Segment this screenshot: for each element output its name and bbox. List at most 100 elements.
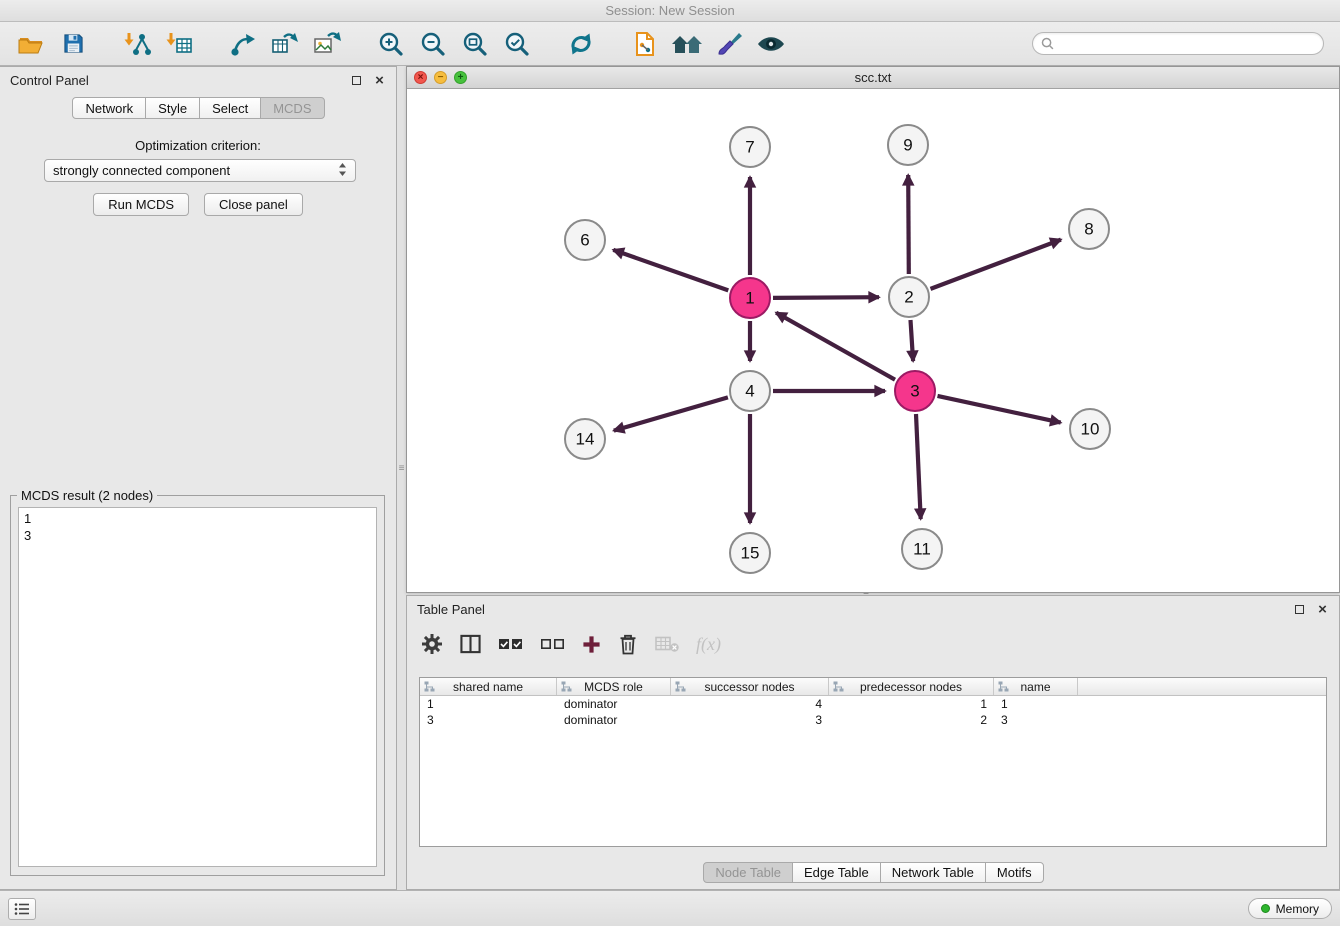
refresh-button[interactable] xyxy=(560,26,602,62)
tab-network[interactable]: Network xyxy=(72,97,146,119)
tab-edge-table[interactable]: Edge Table xyxy=(792,862,881,883)
node-table: shared name MCDS role successor nodes pr… xyxy=(419,677,1327,847)
zoom-in-button[interactable] xyxy=(370,26,412,62)
graph-edge-4-14[interactable] xyxy=(614,397,728,430)
close-panel-button[interactable]: Close panel xyxy=(204,193,303,216)
import-network-button[interactable] xyxy=(116,26,158,62)
column-header-successor-nodes[interactable]: successor nodes xyxy=(671,678,829,695)
tab-motifs[interactable]: Motifs xyxy=(985,862,1044,883)
task-history-button[interactable] xyxy=(8,898,36,920)
delete-column-button[interactable] xyxy=(618,629,638,659)
table-cell: 3 xyxy=(671,712,829,728)
graph-node-label: 8 xyxy=(1084,220,1093,239)
graph-node-label: 15 xyxy=(741,544,760,563)
application-window: Session: New Session xyxy=(0,0,1340,926)
float-panel-icon[interactable] xyxy=(350,74,363,87)
graph-edge-2-9[interactable] xyxy=(908,175,909,274)
zoom-out-button[interactable] xyxy=(412,26,454,62)
run-mcds-button[interactable]: Run MCDS xyxy=(93,193,189,216)
close-window-icon[interactable]: × xyxy=(414,71,427,84)
split-columns-button[interactable] xyxy=(460,629,481,659)
import-table-button[interactable] xyxy=(158,26,200,62)
zoom-selected-button[interactable] xyxy=(496,26,538,62)
table-row[interactable]: 1dominator411 xyxy=(420,696,1326,712)
close-table-panel-icon[interactable]: × xyxy=(1316,603,1329,616)
open-session-button[interactable] xyxy=(10,26,52,62)
zoom-selected-icon xyxy=(504,31,530,57)
column-label: name xyxy=(1020,680,1050,694)
graph-edge-2-3[interactable] xyxy=(911,320,914,361)
mcds-result-list[interactable]: 13 xyxy=(18,507,377,867)
split-columns-icon xyxy=(460,634,481,654)
tab-style[interactable]: Style xyxy=(145,97,200,119)
export-image-button[interactable] xyxy=(306,26,348,62)
homes-icon xyxy=(671,32,703,56)
mcds-result-item[interactable]: 3 xyxy=(24,527,371,544)
column-header-shared-name[interactable]: shared name xyxy=(420,678,557,695)
tab-network-table[interactable]: Network Table xyxy=(880,862,986,883)
status-bar: Memory xyxy=(0,890,1340,926)
column-header-predecessor-nodes[interactable]: predecessor nodes xyxy=(829,678,994,695)
minimize-window-icon[interactable]: − xyxy=(434,71,447,84)
criterion-dropdown[interactable]: strongly connected component xyxy=(44,159,356,182)
search-box[interactable] xyxy=(1032,32,1324,55)
graph-edge-1-6[interactable] xyxy=(613,250,728,291)
network-from-table-button[interactable] xyxy=(264,26,306,62)
window-title: Session: New Session xyxy=(0,0,1340,22)
float-table-panel-icon[interactable] xyxy=(1293,603,1306,616)
zoom-out-icon xyxy=(420,31,446,57)
clear-selection-button[interactable] xyxy=(540,629,565,659)
new-network-button[interactable] xyxy=(222,26,264,62)
tab-mcds[interactable]: MCDS xyxy=(260,97,324,119)
graph-edge-3-10[interactable] xyxy=(938,396,1061,423)
graph-edge-1-2[interactable] xyxy=(773,297,879,298)
table-cell: 1 xyxy=(420,696,557,712)
add-column-button[interactable] xyxy=(582,629,601,659)
tab-node-table[interactable]: Node Table xyxy=(703,862,793,883)
graph-edge-3-11[interactable] xyxy=(916,414,921,519)
graph-node-label: 14 xyxy=(576,430,595,449)
open-folder-icon xyxy=(18,32,45,56)
column-header-mcds-role[interactable]: MCDS role xyxy=(557,678,671,695)
apply-style-button[interactable] xyxy=(708,26,750,62)
search-input[interactable] xyxy=(1059,36,1315,52)
apply-function-button[interactable]: f(x) xyxy=(696,629,721,659)
graph-edge-3-1[interactable] xyxy=(776,313,895,380)
memory-status-icon xyxy=(1261,904,1270,913)
save-session-button[interactable] xyxy=(52,26,94,62)
document-network-icon xyxy=(633,31,657,57)
column-header-name[interactable]: name xyxy=(994,678,1078,695)
clear-selection-icon xyxy=(540,635,565,653)
home-layout-button[interactable] xyxy=(666,26,708,62)
zoom-window-icon[interactable]: + xyxy=(454,71,467,84)
table-cell: 4 xyxy=(671,696,829,712)
dropdown-arrows-icon xyxy=(338,162,347,180)
column-label: shared name xyxy=(453,680,523,694)
close-panel-icon[interactable]: × xyxy=(373,74,386,87)
graph-edge-2-8[interactable] xyxy=(931,240,1061,289)
memory-button[interactable]: Memory xyxy=(1248,898,1332,919)
zoom-fit-icon xyxy=(462,31,488,57)
export-network-document-button[interactable] xyxy=(624,26,666,62)
select-all-button[interactable] xyxy=(498,629,523,659)
table-row[interactable]: 3dominator323 xyxy=(420,712,1326,728)
tab-select[interactable]: Select xyxy=(199,97,261,119)
column-settings-button[interactable] xyxy=(421,629,443,659)
search-icon xyxy=(1041,37,1054,50)
trash-icon xyxy=(618,633,638,655)
table-cell: 2 xyxy=(829,712,994,728)
zoom-fit-button[interactable] xyxy=(454,26,496,62)
zoom-in-icon xyxy=(378,31,404,57)
column-type-icon xyxy=(998,681,1009,695)
node-table-body: 1dominator4113dominator323 xyxy=(420,696,1326,728)
network-canvas[interactable]: 7968124314101511 xyxy=(407,89,1339,592)
export-image-icon xyxy=(313,31,341,57)
delete-table-button[interactable] xyxy=(655,629,679,659)
mcds-result-item[interactable]: 1 xyxy=(24,510,371,527)
network-canvas-area[interactable]: 7968124314101511 xyxy=(407,89,1339,592)
column-label: predecessor nodes xyxy=(860,680,962,694)
paintbrush-icon xyxy=(716,31,742,57)
show-graphics-details-button[interactable] xyxy=(750,26,792,62)
list-icon xyxy=(14,902,30,916)
graph-node-label: 6 xyxy=(580,231,589,250)
